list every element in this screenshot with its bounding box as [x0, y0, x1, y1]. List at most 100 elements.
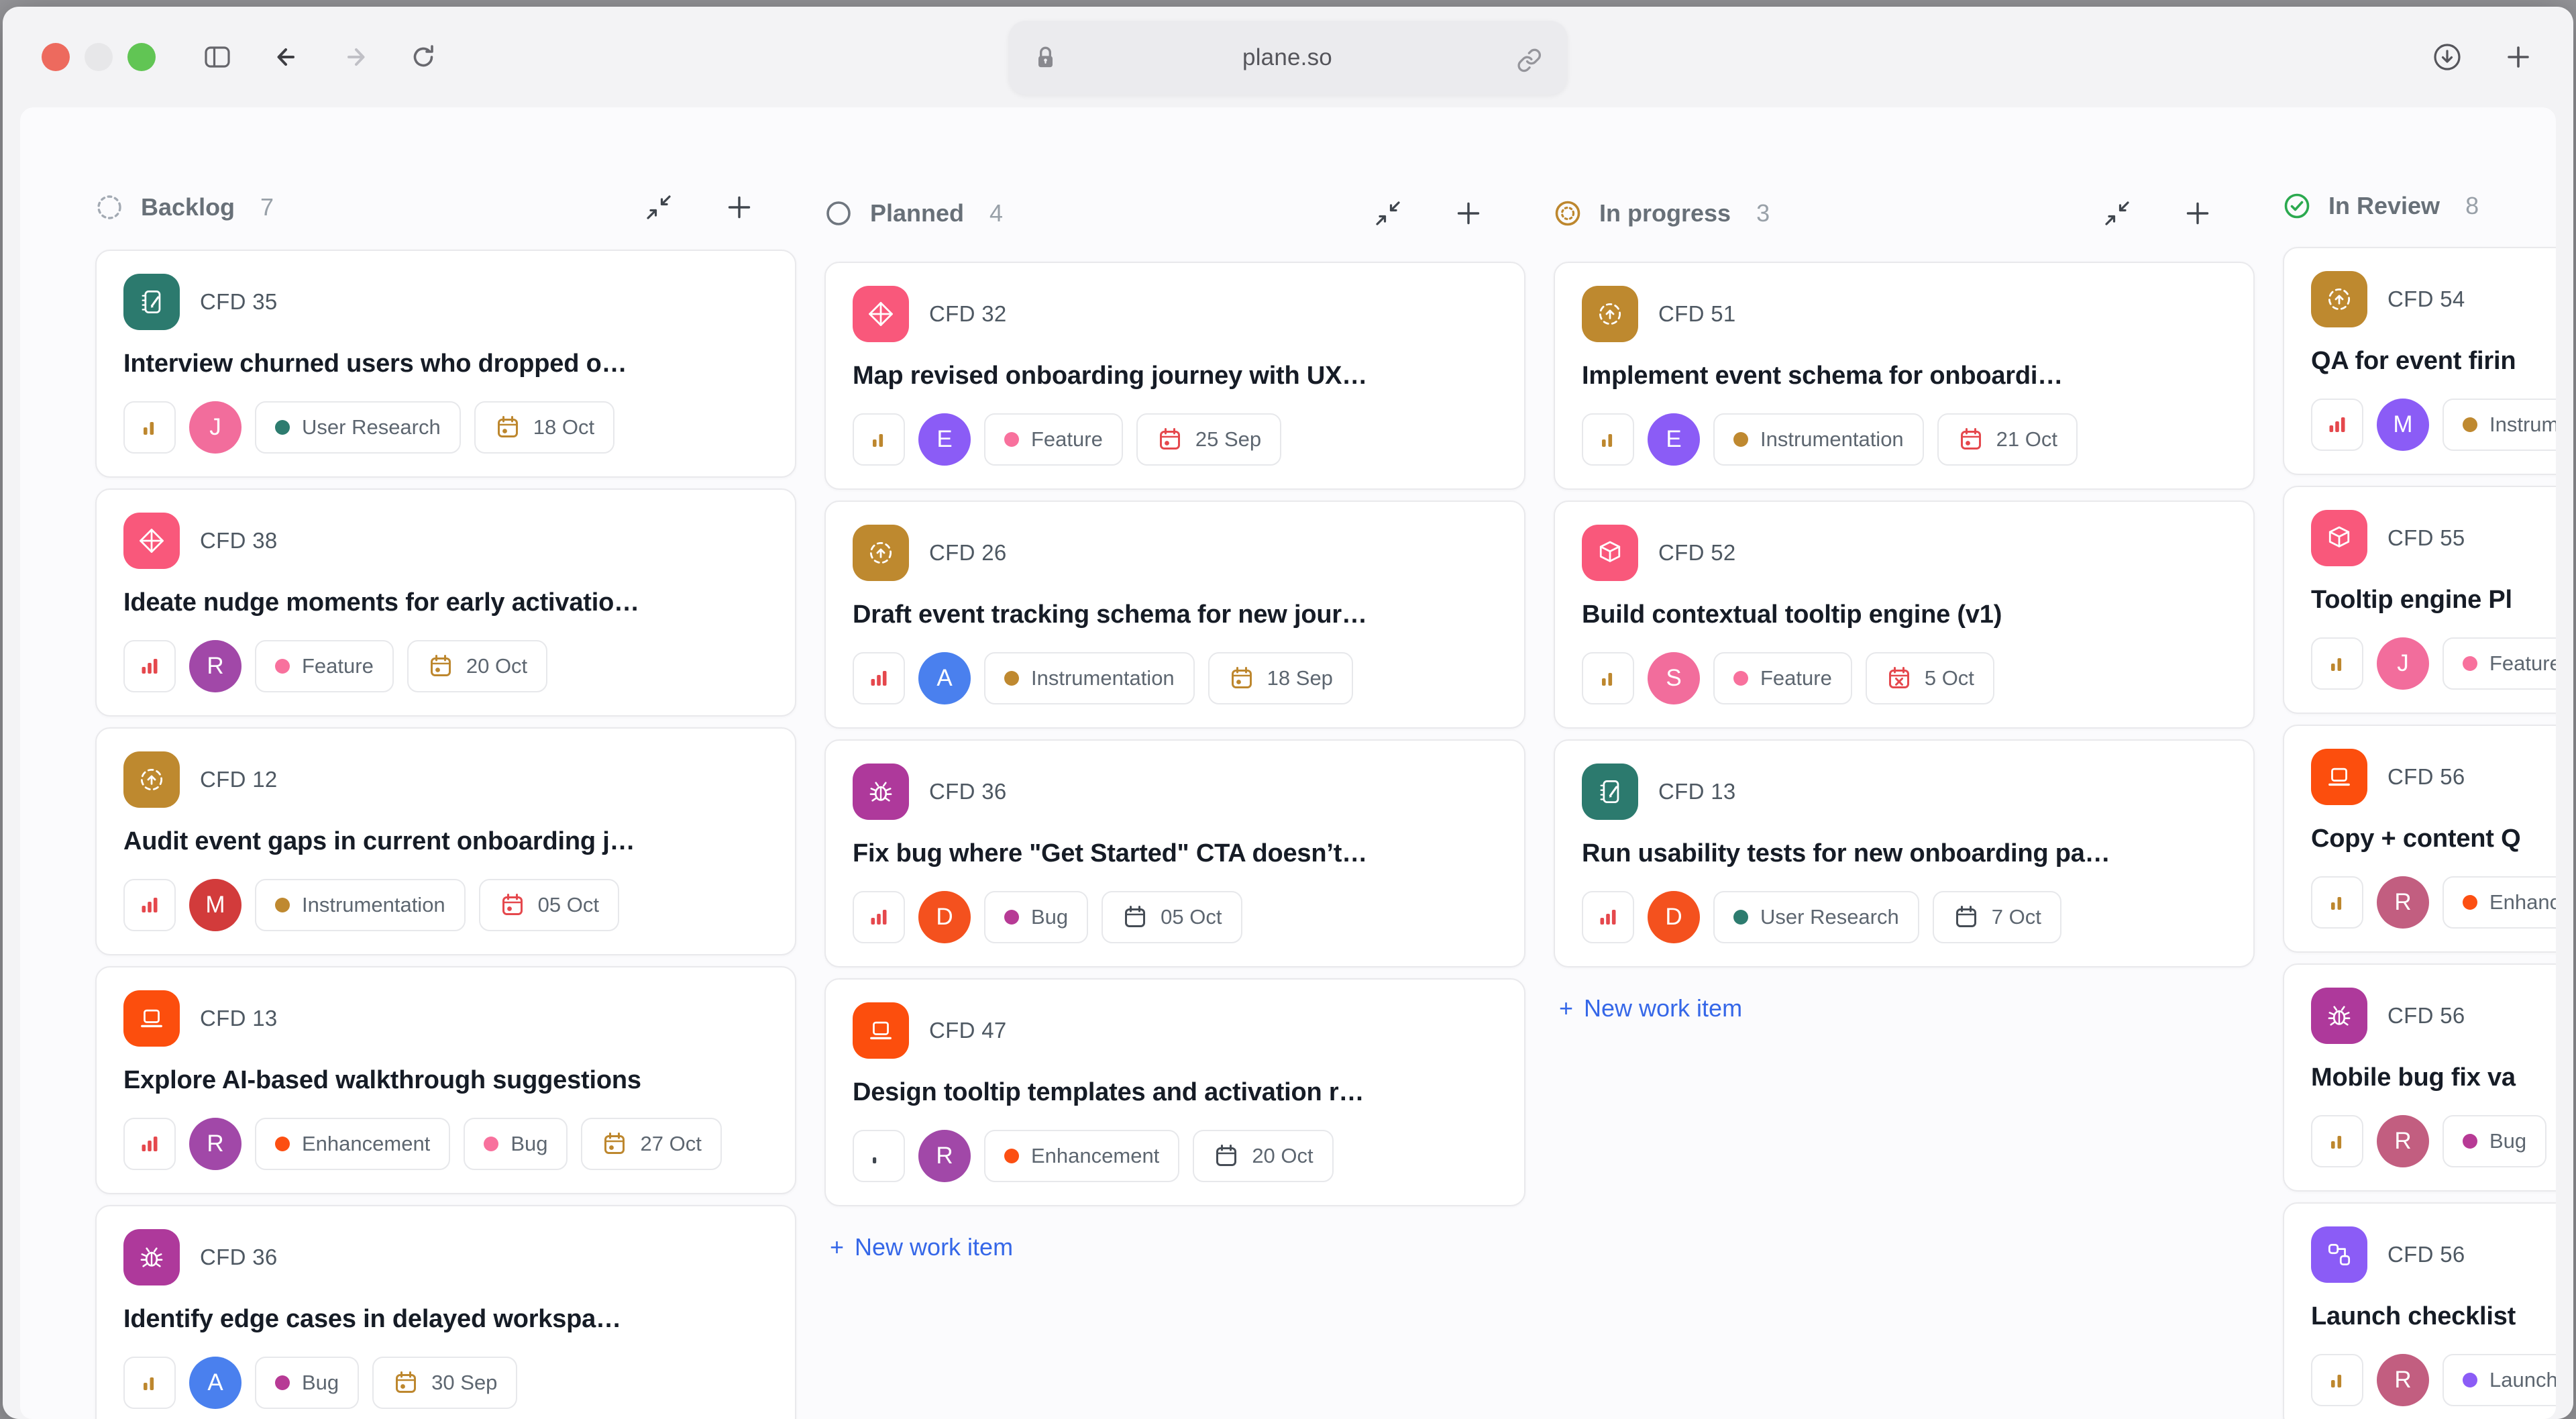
minimize-window-button[interactable]: [85, 43, 113, 71]
assignee-avatar[interactable]: D: [918, 891, 971, 943]
priority-chip[interactable]: [2311, 1115, 2363, 1167]
collapse-column-button[interactable]: [1373, 198, 1403, 229]
assignee-avatar[interactable]: M: [189, 879, 241, 931]
due-date-chip[interactable]: 20 Oct: [407, 640, 547, 692]
label-chip[interactable]: Launch: [2443, 1354, 2556, 1406]
assignee-avatar[interactable]: E: [1648, 413, 1700, 466]
work-item-card[interactable]: CFD 56Launch checklistRLaunch: [2283, 1202, 2556, 1419]
assignee-avatar[interactable]: J: [189, 401, 241, 454]
priority-chip[interactable]: [2311, 637, 2363, 690]
label-chip[interactable]: Feature: [255, 640, 394, 692]
label-chip[interactable]: Instrumentation: [984, 652, 1195, 704]
assignee-avatar[interactable]: R: [918, 1130, 971, 1182]
work-item-card[interactable]: CFD 13Run usability tests for new onboar…: [1554, 739, 2255, 967]
label-chip[interactable]: Bug: [2443, 1115, 2546, 1167]
priority-chip[interactable]: [1582, 652, 1634, 704]
priority-chip[interactable]: [1582, 413, 1634, 466]
label-chip[interactable]: Feature: [1713, 652, 1852, 704]
assignee-avatar[interactable]: J: [2377, 637, 2429, 690]
work-item-card[interactable]: CFD 35Interview churned users who droppe…: [95, 250, 796, 478]
label-chip[interactable]: Enhancement: [255, 1118, 450, 1170]
label-chip[interactable]: Enhancement: [2443, 876, 2556, 929]
label-chip[interactable]: Feature: [2443, 637, 2556, 690]
priority-chip[interactable]: [123, 879, 176, 931]
collapse-column-button[interactable]: [2102, 198, 2133, 229]
priority-chip[interactable]: [2311, 399, 2363, 451]
new-work-item-button[interactable]: +New work item: [1554, 994, 2255, 1022]
work-item-card[interactable]: CFD 56Mobile bug fix vaRBug: [2283, 963, 2556, 1192]
due-date-chip[interactable]: 27 Oct: [581, 1118, 721, 1170]
new-work-item-button[interactable]: +New work item: [824, 1233, 1525, 1261]
due-date-chip[interactable]: 5 Oct: [1866, 652, 1994, 704]
assignee-avatar[interactable]: D: [1648, 891, 1700, 943]
reload-icon[interactable]: [409, 41, 441, 73]
work-item-card[interactable]: CFD 36Fix bug where "Get Started" CTA do…: [824, 739, 1525, 967]
priority-chip[interactable]: [853, 891, 905, 943]
due-date-chip[interactable]: 18 Oct: [474, 401, 614, 454]
label-chip[interactable]: User Research: [255, 401, 461, 454]
work-item-card[interactable]: CFD 51Implement event schema for onboard…: [1554, 262, 2255, 490]
work-item-card[interactable]: CFD 36Identify edge cases in delayed wor…: [95, 1205, 796, 1419]
url-text[interactable]: plane.so: [1060, 44, 1515, 71]
due-date-chip[interactable]: 05 Oct: [479, 879, 619, 931]
add-work-item-button[interactable]: [2182, 198, 2213, 229]
due-date-chip[interactable]: 25 Sep: [1136, 413, 1281, 466]
assignee-avatar[interactable]: A: [189, 1357, 241, 1409]
forward-icon[interactable]: [339, 41, 372, 73]
download-icon[interactable]: [2431, 41, 2463, 73]
assignee-avatar[interactable]: M: [2377, 399, 2429, 451]
priority-chip[interactable]: [123, 401, 176, 454]
label-chip[interactable]: Instrumentation: [1713, 413, 1924, 466]
address-bar[interactable]: plane.so: [1009, 21, 1568, 95]
work-item-card[interactable]: CFD 38Ideate nudge moments for early act…: [95, 488, 796, 717]
priority-chip[interactable]: [123, 640, 176, 692]
assignee-avatar[interactable]: R: [189, 1118, 241, 1170]
new-tab-icon[interactable]: [2502, 41, 2534, 73]
assignee-avatar[interactable]: R: [2377, 1115, 2429, 1167]
link-icon[interactable]: [1515, 43, 1545, 72]
work-item-card[interactable]: CFD 32Map revised onboarding journey wit…: [824, 262, 1525, 490]
priority-chip[interactable]: [853, 652, 905, 704]
priority-chip[interactable]: [2311, 876, 2363, 929]
priority-chip[interactable]: [2311, 1354, 2363, 1406]
label-chip[interactable]: Feature: [984, 413, 1123, 466]
assignee-avatar[interactable]: R: [189, 640, 241, 692]
priority-chip[interactable]: [123, 1118, 176, 1170]
priority-chip[interactable]: [853, 413, 905, 466]
due-date-chip[interactable]: 18 Sep: [1208, 652, 1353, 704]
assignee-avatar[interactable]: E: [918, 413, 971, 466]
assignee-avatar[interactable]: S: [1648, 652, 1700, 704]
label-chip[interactable]: Bug: [984, 891, 1088, 943]
priority-chip[interactable]: [123, 1357, 176, 1409]
back-icon[interactable]: [270, 41, 303, 73]
due-date-chip[interactable]: 20 Oct: [1193, 1130, 1333, 1182]
label-chip[interactable]: Instrumentation: [2443, 399, 2556, 451]
add-work-item-button[interactable]: [1453, 198, 1484, 229]
work-item-card[interactable]: CFD 56Copy + content QREnhancement: [2283, 725, 2556, 953]
work-item-card[interactable]: CFD 26Draft event tracking schema for ne…: [824, 501, 1525, 729]
work-item-card[interactable]: CFD 12Audit event gaps in current onboar…: [95, 727, 796, 955]
assignee-avatar[interactable]: R: [2377, 1354, 2429, 1406]
collapse-column-button[interactable]: [643, 192, 674, 223]
work-item-card[interactable]: CFD 52Build contextual tooltip engine (v…: [1554, 501, 2255, 729]
assignee-avatar[interactable]: A: [918, 652, 971, 704]
priority-chip[interactable]: [1582, 891, 1634, 943]
label-chip[interactable]: Bug: [464, 1118, 568, 1170]
work-item-card[interactable]: CFD 13Explore AI-based walkthrough sugge…: [95, 966, 796, 1194]
work-item-card[interactable]: CFD 55Tooltip engine PlJFeature: [2283, 486, 2556, 714]
sidebar-toggle-icon[interactable]: [201, 41, 233, 73]
close-window-button[interactable]: [42, 43, 70, 71]
due-date-chip[interactable]: 7 Oct: [1933, 891, 2061, 943]
assignee-avatar[interactable]: R: [2377, 876, 2429, 929]
zoom-window-button[interactable]: [127, 43, 156, 71]
priority-chip[interactable]: [853, 1130, 905, 1182]
add-work-item-button[interactable]: [724, 192, 755, 223]
label-chip[interactable]: Enhancement: [984, 1130, 1179, 1182]
label-chip[interactable]: User Research: [1713, 891, 1919, 943]
due-date-chip[interactable]: 21 Oct: [1937, 413, 2078, 466]
due-date-chip[interactable]: 30 Sep: [372, 1357, 517, 1409]
work-item-card[interactable]: CFD 47Design tooltip templates and activ…: [824, 978, 1525, 1206]
due-date-chip[interactable]: 05 Oct: [1102, 891, 1242, 943]
label-chip[interactable]: Bug: [255, 1357, 359, 1409]
work-item-card[interactable]: CFD 54QA for event firinMInstrumentation: [2283, 247, 2556, 475]
